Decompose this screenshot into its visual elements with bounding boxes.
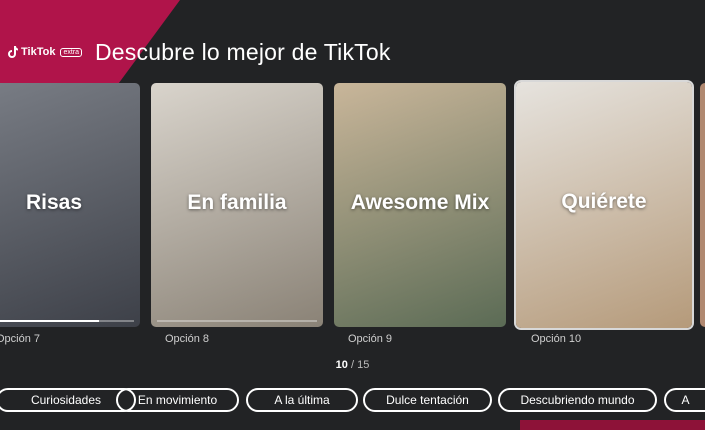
video-card[interactable]: En familia xyxy=(151,83,323,327)
chip-descubriendo-mundo[interactable]: Descubriendo mundo xyxy=(498,388,657,412)
page-title: Descubre lo mejor de TikTok xyxy=(95,39,391,65)
card-label: Awesome Mix xyxy=(350,191,490,214)
chip-dulce-tentacion[interactable]: Dulce tentación xyxy=(363,388,492,412)
card-label: En familia xyxy=(187,191,287,214)
card-label: Risas xyxy=(25,191,83,214)
option-label: Opción 10 xyxy=(531,333,582,345)
option-label: Opción 7 xyxy=(0,333,41,345)
chip-partial[interactable]: A xyxy=(664,388,705,412)
video-card-selected[interactable]: Quiérete xyxy=(516,82,692,328)
tiktok-logo: TikTok extra xyxy=(8,46,82,58)
video-card-partial[interactable] xyxy=(700,83,705,327)
carousel: Risas En familia Awesome Mix Quiérete xyxy=(0,82,705,352)
video-card[interactable]: Risas xyxy=(0,83,140,327)
category-chips: Curiosidades En movimiento A la última D… xyxy=(0,388,705,416)
brand-name: TikTok xyxy=(21,46,56,58)
option-label: Opción 9 xyxy=(348,333,393,345)
brand-tag: extra xyxy=(60,47,82,57)
page-indicator: 10 / 15 xyxy=(0,359,705,371)
page-current: 10 xyxy=(335,359,348,371)
chip-a-la-ultima[interactable]: A la última xyxy=(246,388,358,412)
option-label: Opción 8 xyxy=(165,333,210,345)
accent-shape-bottom xyxy=(520,420,705,430)
chip-en-movimiento[interactable]: En movimiento xyxy=(116,388,239,412)
card-label: Quiérete xyxy=(561,190,647,213)
video-card[interactable]: Awesome Mix xyxy=(334,83,506,327)
card-progress xyxy=(157,320,317,322)
card-progress xyxy=(0,320,134,322)
tiktok-note-icon xyxy=(8,46,18,58)
page-total: / 15 xyxy=(350,359,370,371)
